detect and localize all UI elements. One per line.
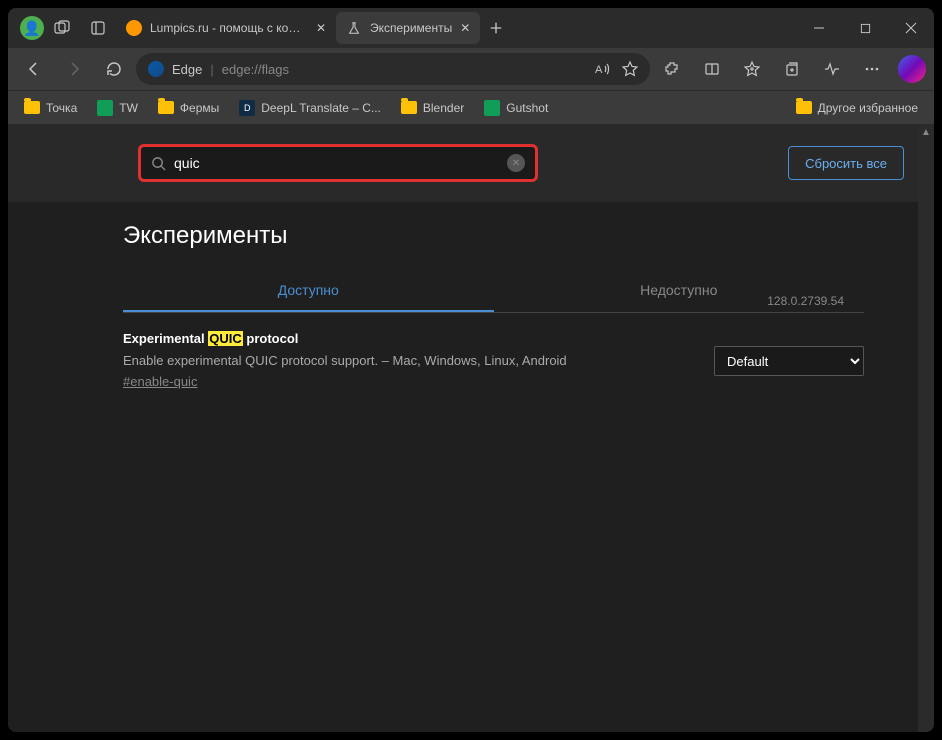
split-screen-icon[interactable] [694,51,730,87]
svg-text:A: A [595,64,603,76]
flag-text: Experimental QUIC protocol Enable experi… [123,331,694,391]
flags-search-box[interactable]: ✕ [138,144,538,182]
favorites-icon[interactable] [734,51,770,87]
scrollbar[interactable]: ▲ [918,124,934,732]
copilot-icon[interactable] [898,55,926,83]
search-section: ✕ Сбросить все [8,124,934,202]
window-controls [796,8,934,48]
browser-window: 👤 Lumpics.ru - помощь с компьюте ✕ Экспе… [8,8,934,732]
titlebar: 👤 Lumpics.ru - помощь с компьюте ✕ Экспе… [8,8,934,48]
back-button[interactable] [16,51,52,87]
main-section: Эксперименты 128.0.2739.54 Доступно Недо… [8,202,934,409]
refresh-button[interactable] [96,51,132,87]
edge-icon [148,61,164,77]
bookmark-tochka[interactable]: Точка [16,94,85,122]
favicon-lumpics [126,20,142,36]
tab-strip: Lumpics.ru - помощь с компьюте ✕ Экспери… [116,8,796,48]
forward-button [56,51,92,87]
address-bar[interactable]: Edge | edge://flags A [136,53,650,85]
workspaces-icon[interactable] [44,8,80,48]
read-aloud-icon[interactable]: A [594,61,610,77]
bookmark-fermy[interactable]: Фермы [150,94,227,122]
bookmark-gutshot[interactable]: Gutshot [476,94,556,122]
close-icon[interactable]: ✕ [460,21,470,35]
performance-icon[interactable] [814,51,850,87]
menu-button[interactable] [854,51,890,87]
tab-label: Lumpics.ru - помощь с компьюте [150,21,308,35]
collections-icon[interactable] [774,51,810,87]
page-title: Эксперименты [123,222,864,250]
flag-anchor-link[interactable]: #enable-quic [123,374,197,389]
address-url: edge://flags [222,62,289,77]
close-button[interactable] [888,8,934,48]
bookmark-blender[interactable]: Blender [393,94,472,122]
profile-avatar[interactable]: 👤 [20,16,44,40]
minimize-button[interactable] [796,8,842,48]
extensions-icon[interactable] [654,51,690,87]
version-label: 128.0.2739.54 [767,294,844,308]
clear-icon[interactable]: ✕ [507,154,525,172]
toolbar: Edge | edge://flags A [8,48,934,90]
other-bookmarks[interactable]: Другое избранное [788,94,926,122]
close-icon[interactable]: ✕ [316,21,326,35]
address-brand: Edge [172,62,202,77]
flag-state-select[interactable]: Default [714,346,864,376]
tab-experiments[interactable]: Эксперименты ✕ [336,12,480,44]
tab-actions-icon[interactable] [80,8,116,48]
maximize-button[interactable] [842,8,888,48]
tab-available[interactable]: Доступно [123,270,494,312]
page-content: ✕ Сбросить все Эксперименты 128.0.2739.5… [8,124,934,732]
bookmarks-bar: Точка TW Фермы DDeepL Translate – С... B… [8,90,934,124]
scroll-up-icon[interactable]: ▲ [918,124,934,140]
new-tab-button[interactable] [480,12,512,44]
reset-all-button[interactable]: Сбросить все [788,146,904,180]
tab-label: Эксперименты [370,21,452,35]
address-separator: | [210,62,213,77]
tab-lumpics[interactable]: Lumpics.ru - помощь с компьюте ✕ [116,12,336,44]
flag-item: Experimental QUIC protocol Enable experi… [123,313,864,409]
filter-tabs: Доступно Недоступно [123,270,864,313]
flag-description: Enable experimental QUIC protocol suppor… [123,352,694,370]
bookmark-deepl[interactable]: DDeepL Translate – С... [231,94,389,122]
bookmark-tw[interactable]: TW [89,94,146,122]
search-input[interactable] [174,155,499,171]
flag-title: Experimental QUIC protocol [123,331,694,346]
search-icon [151,156,166,171]
flask-icon [346,20,362,36]
favorite-icon[interactable] [622,61,638,77]
